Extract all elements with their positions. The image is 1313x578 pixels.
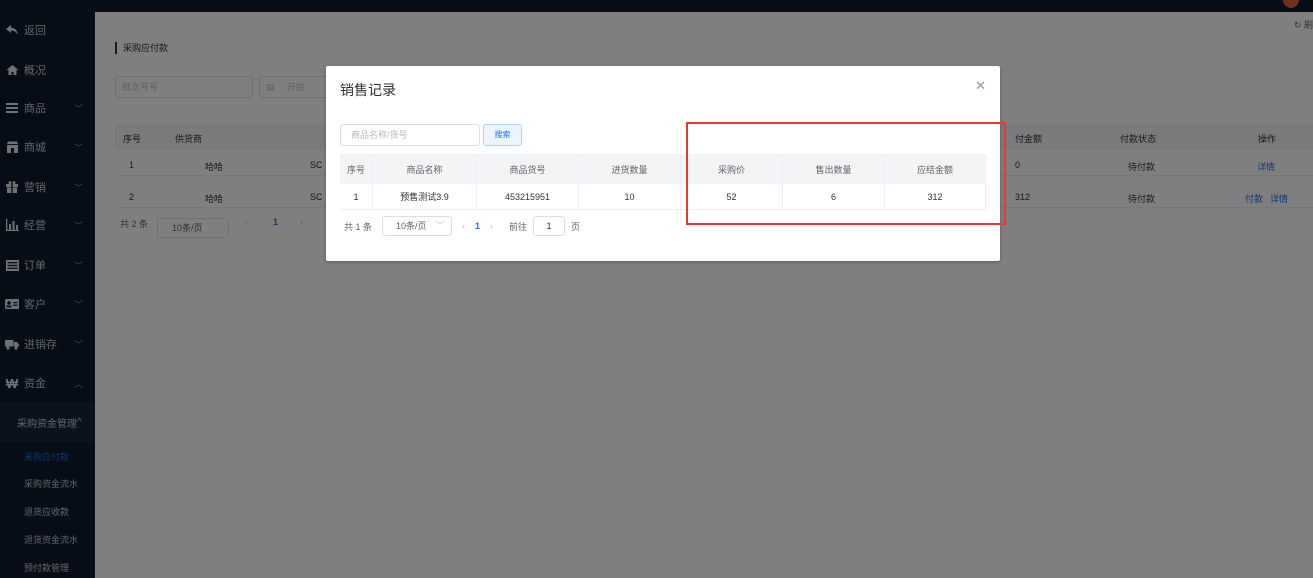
- header-product-name: 商品名称: [373, 154, 477, 184]
- goto-label: 前往: [509, 221, 528, 232]
- dialog-pagination: 共 1 条 10条/页 ﹀ ‹ 1 › 前往 1 页: [344, 216, 580, 236]
- search-button[interactable]: 搜索: [483, 124, 522, 146]
- page-unit-label: 页: [571, 221, 581, 232]
- header-index: 序号: [340, 154, 373, 184]
- chevron-down-icon: ﹀: [436, 221, 445, 230]
- page-number[interactable]: 1: [475, 221, 480, 231]
- cell-product-name: 预售测试3.9: [373, 184, 477, 209]
- cell-product-code: 453215951: [477, 184, 579, 209]
- header-product-code: 商品货号: [477, 154, 579, 184]
- dialog-title: 销售记录: [340, 82, 396, 98]
- close-icon[interactable]: ✕: [975, 78, 986, 94]
- highlight-box: [686, 122, 1006, 225]
- header-purchase-qty: 进货数量: [579, 154, 681, 184]
- pager-total: 共 1 条: [344, 221, 373, 232]
- goto-page-input[interactable]: 1: [533, 216, 566, 236]
- page-size-select[interactable]: 10条/页 ﹀: [382, 216, 453, 236]
- product-search-input[interactable]: 商品名称/货号: [340, 124, 480, 146]
- next-page-icon[interactable]: ›: [490, 221, 493, 231]
- cell-purchase-qty: 10: [579, 184, 681, 209]
- page-size-value: 10条/页: [396, 221, 427, 231]
- cell-index: 1: [340, 184, 373, 209]
- prev-page-icon[interactable]: ‹: [462, 221, 465, 231]
